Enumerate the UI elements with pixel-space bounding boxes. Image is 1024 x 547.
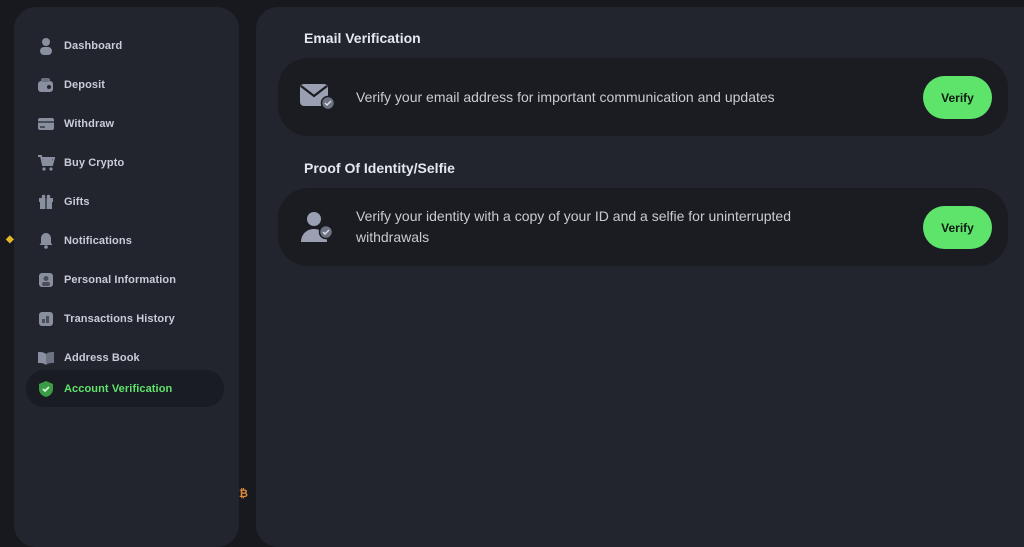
verify-identity-button[interactable]: Verify <box>923 206 992 249</box>
card-icon <box>37 115 55 133</box>
identity-verification-card: Verify your identity with a copy of your… <box>278 188 1008 266</box>
main-panel: Email Verification Verify your email add… <box>256 7 1024 547</box>
wallet-icon <box>37 76 55 94</box>
sidebar-item-label: Withdraw <box>64 117 115 130</box>
shield-check-icon <box>37 380 55 398</box>
email-verification-card: Verify your email address for important … <box>278 58 1008 136</box>
sidebar-item-buy-crypto[interactable]: Buy Crypto <box>26 144 224 181</box>
sidebar-item-label: Address Book <box>64 351 140 364</box>
sidebar-item-label: Deposit <box>64 78 106 91</box>
section-title-email: Email Verification <box>304 30 421 46</box>
gift-icon <box>37 193 55 211</box>
sidebar-item-label: Transactions History <box>64 312 175 325</box>
sidebar-item-transactions-history[interactable]: Transactions History <box>26 300 224 337</box>
identity-verification-description: Verify your identity with a copy of your… <box>356 208 792 245</box>
section-title-identity: Proof Of Identity/Selfie <box>304 160 455 176</box>
sidebar-item-withdraw[interactable]: Withdraw <box>26 105 224 142</box>
sidebar-item-label: Personal Information <box>64 273 177 286</box>
sidebar: Dashboard Deposit Withdraw Buy Crypto Gi… <box>14 7 239 547</box>
sidebar-item-deposit[interactable]: Deposit <box>26 66 224 103</box>
verify-email-button[interactable]: Verify <box>923 76 992 119</box>
user-check-icon <box>298 208 338 246</box>
envelope-check-icon <box>298 78 338 116</box>
sidebar-item-account-verification[interactable]: Account Verification <box>26 370 224 407</box>
book-icon <box>37 349 55 367</box>
sidebar-item-label: Account Verification <box>64 382 173 395</box>
sidebar-item-label: Notifications <box>64 234 132 247</box>
cart-icon <box>37 154 55 172</box>
binance-coin-icon: ◆ <box>6 234 14 245</box>
sidebar-item-gifts[interactable]: Gifts <box>26 183 224 220</box>
email-verification-description: Verify your email address for important … <box>356 89 775 105</box>
user-icon <box>37 37 55 55</box>
sidebar-item-personal-information[interactable]: Personal Information <box>26 261 224 298</box>
sidebar-item-label: Dashboard <box>64 39 123 52</box>
history-icon <box>37 310 55 328</box>
sidebar-item-label: Buy Crypto <box>64 156 125 169</box>
sidebar-item-dashboard[interactable]: Dashboard <box>26 27 224 64</box>
bell-icon <box>37 232 55 250</box>
bitcoin-icon: ₿ <box>239 488 248 500</box>
sidebar-item-label: Gifts <box>64 195 90 208</box>
id-card-icon <box>37 271 55 289</box>
sidebar-item-notifications[interactable]: Notifications <box>26 222 224 259</box>
